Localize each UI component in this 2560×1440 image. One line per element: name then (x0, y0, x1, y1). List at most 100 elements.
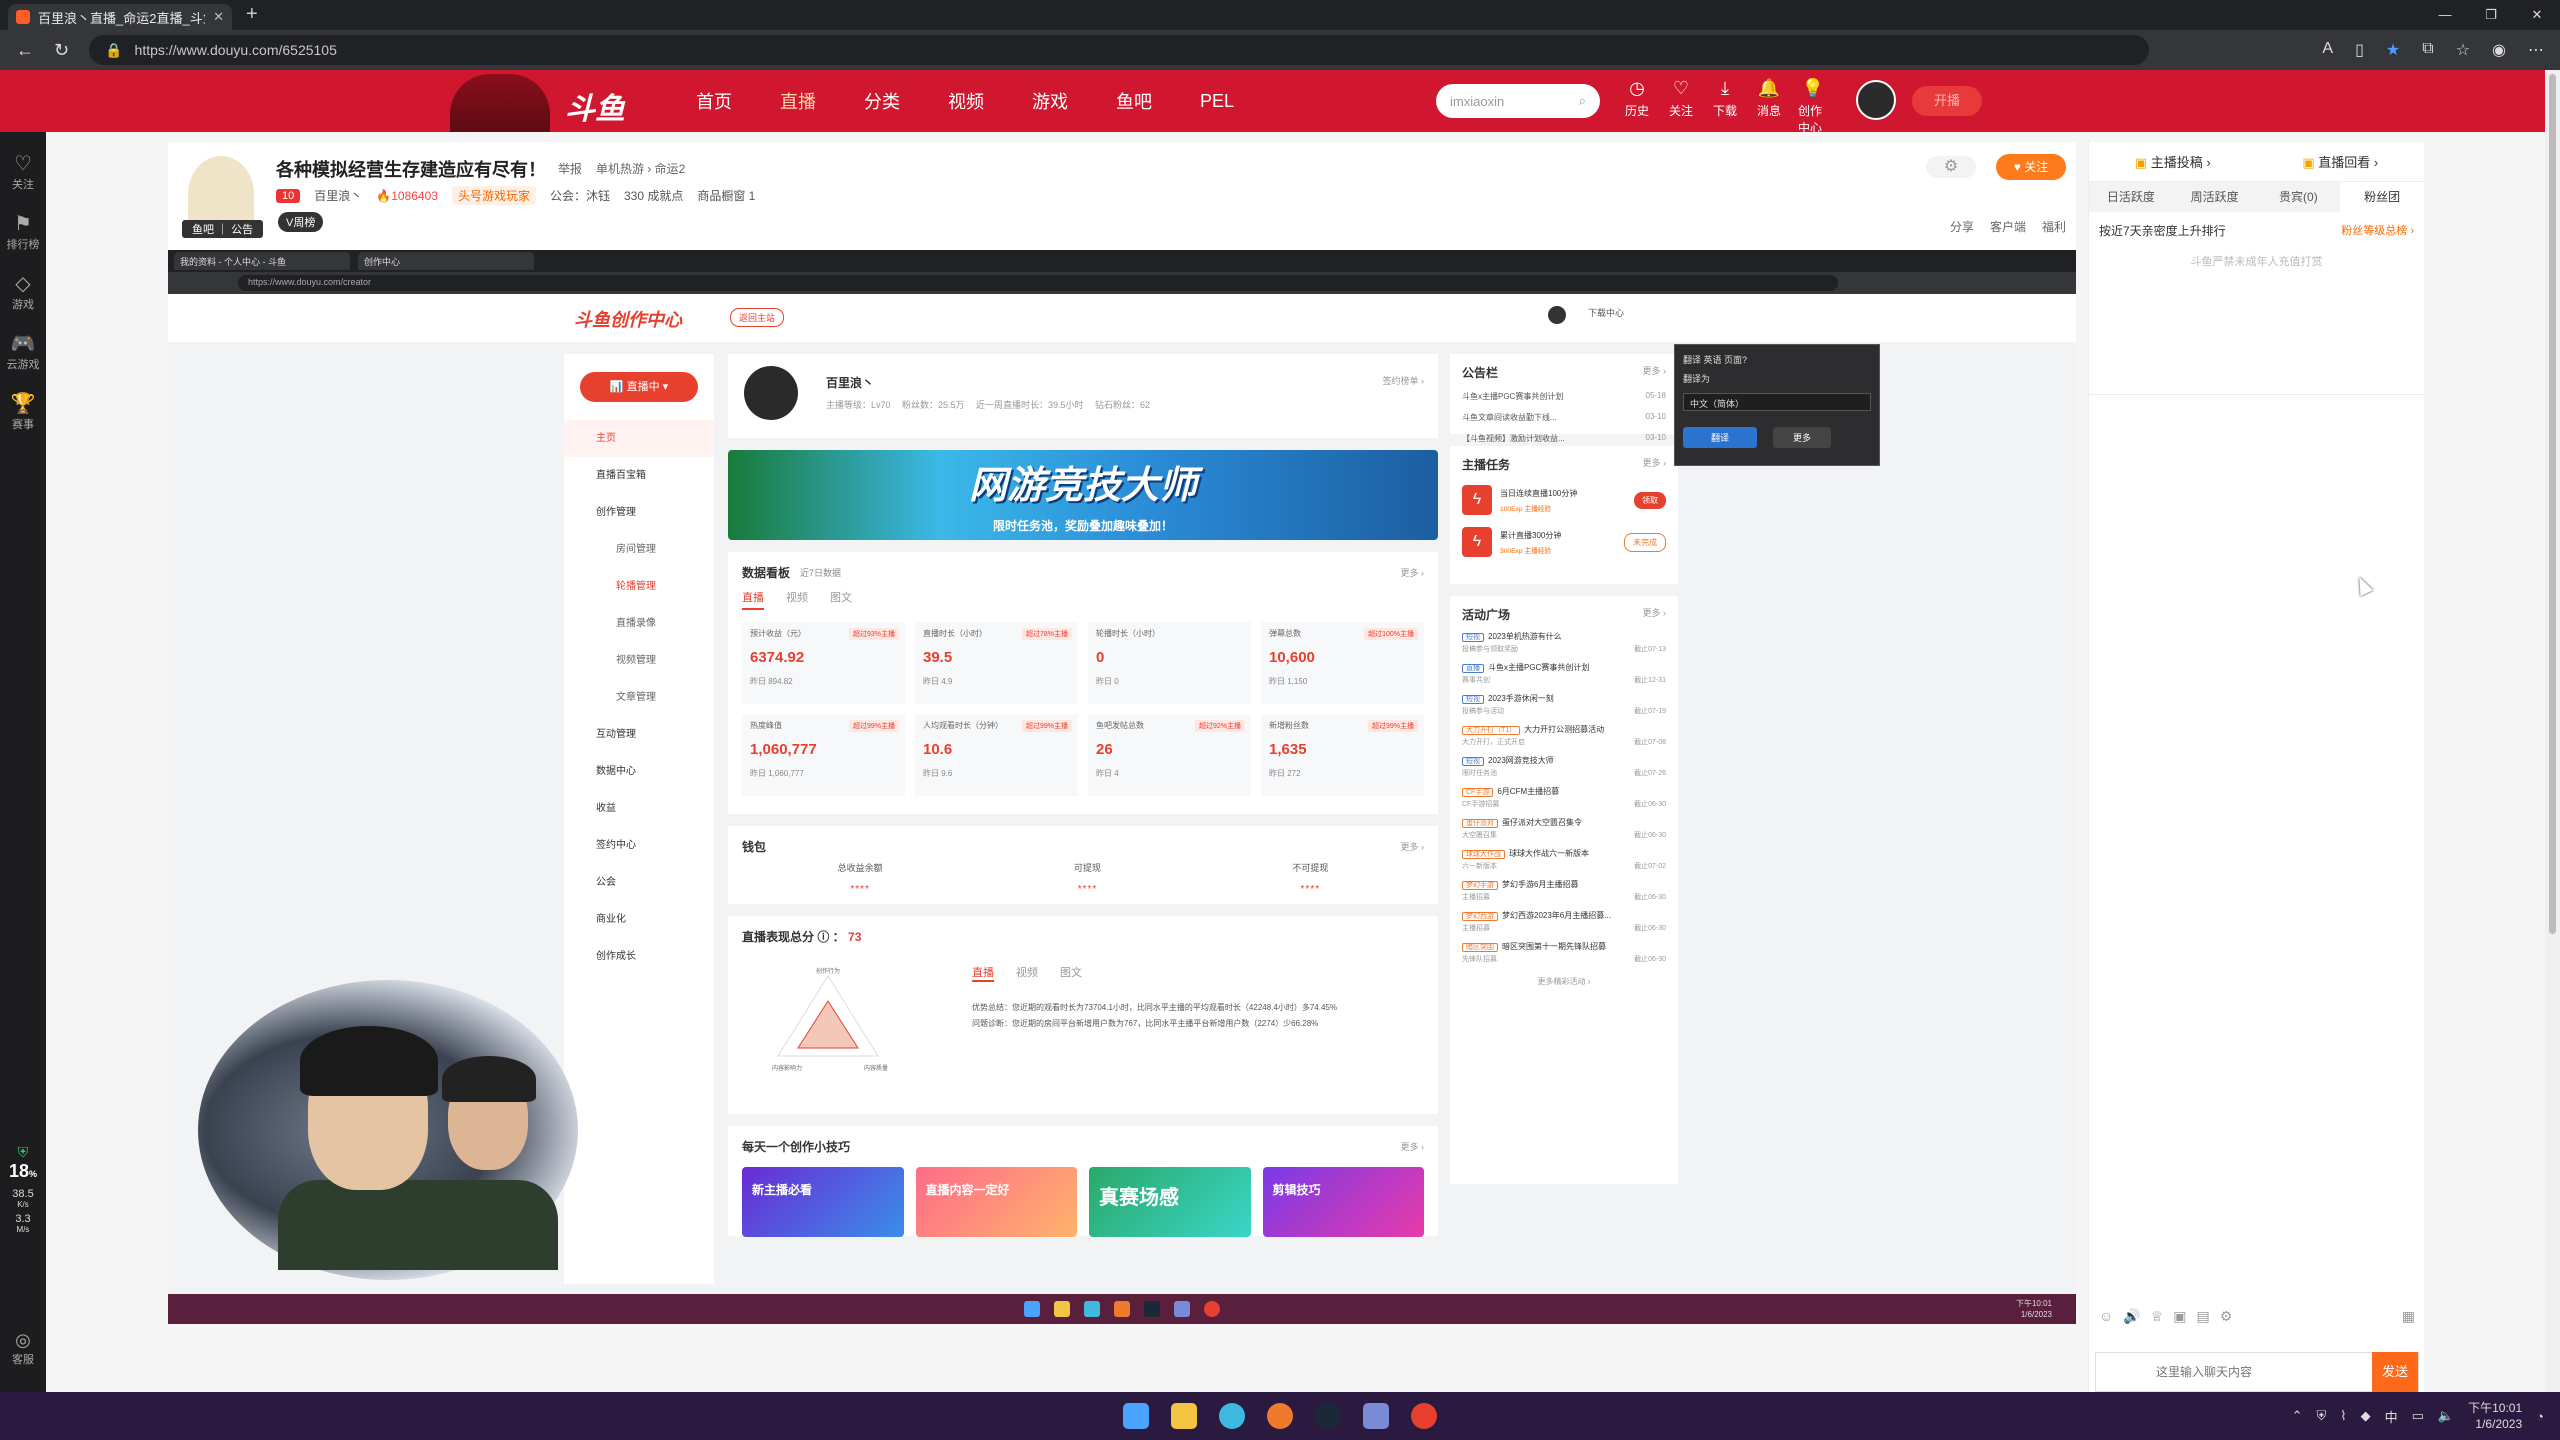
split-view-icon[interactable]: ▯ (2355, 40, 2364, 60)
metric-badge: 超过99%主播 (1021, 720, 1072, 732)
product-window[interactable]: 商品橱窗 1 (697, 187, 755, 204)
tray-display-icon[interactable]: ▭ (2412, 1408, 2424, 1424)
weekly-rank-badge[interactable]: V周榜 (278, 212, 324, 232)
room-title: 各种模拟经营生存建造应有尽有！ (276, 160, 546, 180)
steam-app-icon[interactable] (1315, 1403, 1341, 1429)
room-action-0[interactable]: 分享 (1950, 218, 1974, 235)
page-scrollbar[interactable] (2545, 70, 2560, 1392)
achievement-points[interactable]: 330 成就点 (624, 187, 683, 204)
panel-tab-3[interactable]: 粉丝团 (2340, 182, 2424, 212)
live-stream-player[interactable]: 我的资料 - 个人中心 - 斗鱼 创作中心 https://www.douyu.c… (168, 250, 2076, 1324)
edge-browser-icon[interactable] (1219, 1403, 1245, 1429)
windows-start-icon[interactable] (1123, 1403, 1149, 1429)
service-icon[interactable]: ◎ (0, 1330, 46, 1351)
read-aloud-icon[interactable]: A (2322, 40, 2333, 60)
minimize-icon[interactable]: — (2422, 0, 2468, 30)
report-link[interactable]: 举报 (558, 160, 582, 177)
douyu-taskbar-icon[interactable] (1411, 1403, 1437, 1429)
nav-item-2[interactable]: 分类 (864, 88, 900, 114)
metric-badge: 超过99%主播 (848, 720, 899, 732)
url-field[interactable]: 🔒 https://www.douyu.com/6525105 (89, 35, 2150, 65)
card-icon[interactable]: ▤ (2197, 1308, 2210, 1325)
close-window-icon[interactable]: ✕ (2514, 0, 2560, 30)
new-tab-icon[interactable]: + (246, 3, 258, 26)
room-action-2[interactable]: 福利 (2042, 218, 2066, 235)
fan-rank-link[interactable]: 粉丝等级总榜 › (2341, 222, 2414, 239)
back-icon[interactable]: ← (16, 40, 34, 61)
reload-icon[interactable]: ↻ (54, 40, 69, 61)
crown-icon[interactable]: ♕ (2151, 1308, 2164, 1325)
emoji-icon[interactable]: ☺ (2099, 1308, 2113, 1325)
extensions-icon[interactable]: ⧉ (2422, 40, 2433, 60)
sidebar-item-3[interactable]: 🎮 云游戏 (0, 332, 46, 372)
file-explorer-icon[interactable] (1171, 1403, 1197, 1429)
tray-chevron-icon[interactable]: ⌃ (2292, 1408, 2303, 1424)
nav-item-4[interactable]: 游戏 (1032, 88, 1068, 114)
tray-security-icon[interactable]: ⛨ (2316, 1408, 2326, 1424)
settings-icon[interactable]: ⚙ (2220, 1308, 2233, 1325)
browser-tab[interactable]: 百里浪丶直播_命运2直播_斗鱼直... ✕ (8, 4, 232, 30)
sidebar-item-2[interactable]: ◇ 游戏 (0, 272, 46, 312)
favorite-star-icon[interactable]: ★ (2386, 40, 2400, 60)
streamer-name[interactable]: 百里浪丶 (314, 187, 362, 204)
taskbar-clock[interactable]: 下午10:01 1/6/2023 (2468, 1400, 2522, 1432)
streamer-submission-link[interactable]: ▣ 主播投稿 › (2135, 152, 2211, 171)
header-download-button[interactable]: ⤓ 下载 (1710, 78, 1740, 136)
sidebar-item-4[interactable]: 🏆 赛事 (0, 392, 46, 432)
history-chat-icon[interactable]: ▦ (2402, 1308, 2415, 1325)
tray-app-icon[interactable]: ◆ (2361, 1408, 2371, 1424)
tray-network-icon[interactable]: ⌇ (2340, 1408, 2346, 1424)
nav-item-1[interactable]: 直播 (780, 88, 816, 114)
player-tag[interactable]: 头号游戏玩家 (451, 186, 536, 205)
chat-app-icon[interactable] (1363, 1403, 1389, 1429)
guild-info[interactable]: 公会：沐钰 (550, 187, 610, 204)
header-history-button[interactable]: ◷ 历史 (1622, 78, 1652, 136)
chat-input[interactable] (2096, 1354, 2372, 1390)
sidebar-item-0[interactable]: ♡ 关注 (0, 152, 46, 192)
panel-tab-1[interactable]: 周活跃度 (2173, 182, 2257, 212)
header-bell-button[interactable]: 🔔 消息 (1754, 78, 1784, 136)
restore-icon[interactable]: ❐ (2468, 0, 2514, 30)
activity-subtext: 限时任务池 (1462, 770, 1497, 777)
room-action-1[interactable]: 客户端 (1990, 218, 2026, 235)
favorites-icon[interactable]: ☆ (2456, 40, 2470, 60)
notification-icon[interactable]: ◔ (2536, 1409, 2544, 1424)
follow-button[interactable]: ♥ 关注 (1996, 154, 2066, 180)
menu-dots-icon[interactable]: ⋯ (2528, 40, 2544, 60)
nav-item-5[interactable]: 鱼吧 (1116, 88, 1152, 114)
nav-item-3[interactable]: 视频 (948, 88, 984, 114)
douyu-logo[interactable]: 斗鱼 (565, 84, 625, 128)
ime-indicator[interactable]: 中 (2385, 1407, 2398, 1426)
panel-tab-2[interactable]: 贵宾(0) (2257, 182, 2341, 212)
tray-volume-icon[interactable]: 🔈 (2438, 1408, 2454, 1424)
metric-yesterday: 昨日 4 (1096, 769, 1119, 778)
scrollbar-thumb[interactable] (2549, 74, 2556, 934)
user-avatar[interactable] (1856, 80, 1896, 120)
gift-icon[interactable]: ▣ (2173, 1308, 2186, 1325)
send-button[interactable]: 发送 (2372, 1352, 2418, 1392)
profile-icon[interactable]: ◉ (2492, 40, 2506, 60)
avatar-caption[interactable]: 鱼吧 ｜ 公告 (182, 220, 264, 238)
firefox-browser-icon[interactable] (1267, 1403, 1293, 1429)
activity-sub: 投稿参与活动 截止07-19 (1462, 706, 1666, 716)
service-label[interactable]: 客服 (0, 1351, 46, 1367)
sidebar-item-1[interactable]: ⚑ 排行榜 (0, 212, 46, 252)
nav-item-0[interactable]: 首页 (696, 88, 732, 114)
header-heart-button[interactable]: ♡ 关注 (1666, 78, 1696, 136)
panel-tab-0[interactable]: 日活跃度 (2089, 182, 2173, 212)
search-input[interactable]: imxiaoxin ⌕ (1436, 84, 1600, 118)
nav-item-6[interactable]: PEL (1200, 91, 1234, 112)
header-bulb-button[interactable]: 💡 创作中心 (1798, 78, 1828, 136)
search-icon[interactable]: ⌕ (1579, 93, 1586, 109)
activity-item: 短视 2023手游休闲一刻 投稿参与活动 截止07-19 (1462, 693, 1666, 716)
room-category[interactable]: 单机热游 › 命运2 (596, 160, 685, 177)
close-tab-icon[interactable]: ✕ (213, 9, 224, 25)
activities-card: 活动广场 更多 › 短视 2023单机热游有什么 投稿参与领取奖励 截止07-13 直播斗… (1450, 596, 1678, 1184)
start-broadcast-button[interactable]: 开播 (1912, 86, 1982, 116)
activity-tag: 大力开打（T1） (1462, 726, 1521, 735)
replay-link[interactable]: ▣ 直播回看 › (2302, 152, 2378, 171)
room-actions: 分享 客户端 福利 (1950, 218, 2066, 235)
settings-gear-icon[interactable]: ⚙ (1926, 156, 1976, 178)
speaker-icon[interactable]: 🔊 (2123, 1308, 2140, 1325)
activity-tag: 蛋仔派对 (1462, 819, 1498, 828)
